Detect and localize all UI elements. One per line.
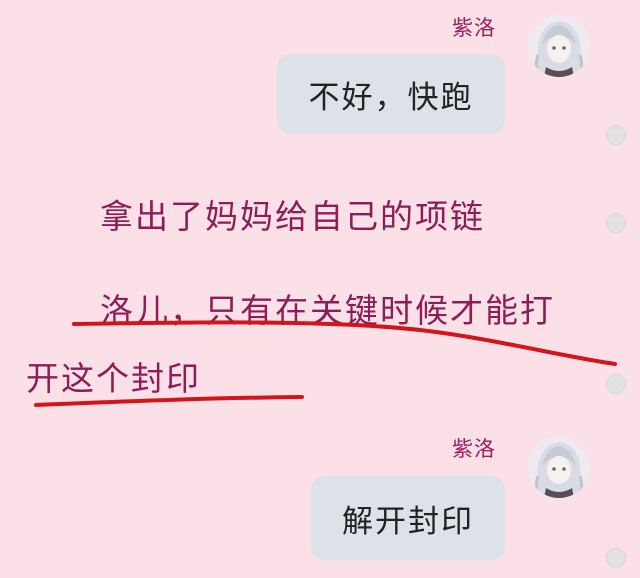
- sender-name: 紫洛: [452, 16, 496, 40]
- message-bubble[interactable]: 不好，快跑: [277, 54, 505, 134]
- status-dot: [606, 374, 626, 394]
- character-avatar-icon: [528, 436, 590, 498]
- status-dot: [606, 125, 626, 145]
- narration-line: 开这个封印: [26, 359, 201, 398]
- avatar[interactable]: [528, 436, 590, 498]
- status-dot: [606, 213, 626, 233]
- avatar[interactable]: [528, 15, 590, 77]
- narration-line: 拿出了妈妈给自己的项链: [100, 197, 485, 236]
- message-bubble[interactable]: 解开封印: [311, 476, 505, 560]
- narration-line: 洛儿，只有在关键时候才能打: [100, 291, 555, 330]
- character-avatar-icon: [528, 15, 590, 77]
- status-dot: [606, 548, 626, 568]
- sender-name: 紫洛: [452, 437, 496, 461]
